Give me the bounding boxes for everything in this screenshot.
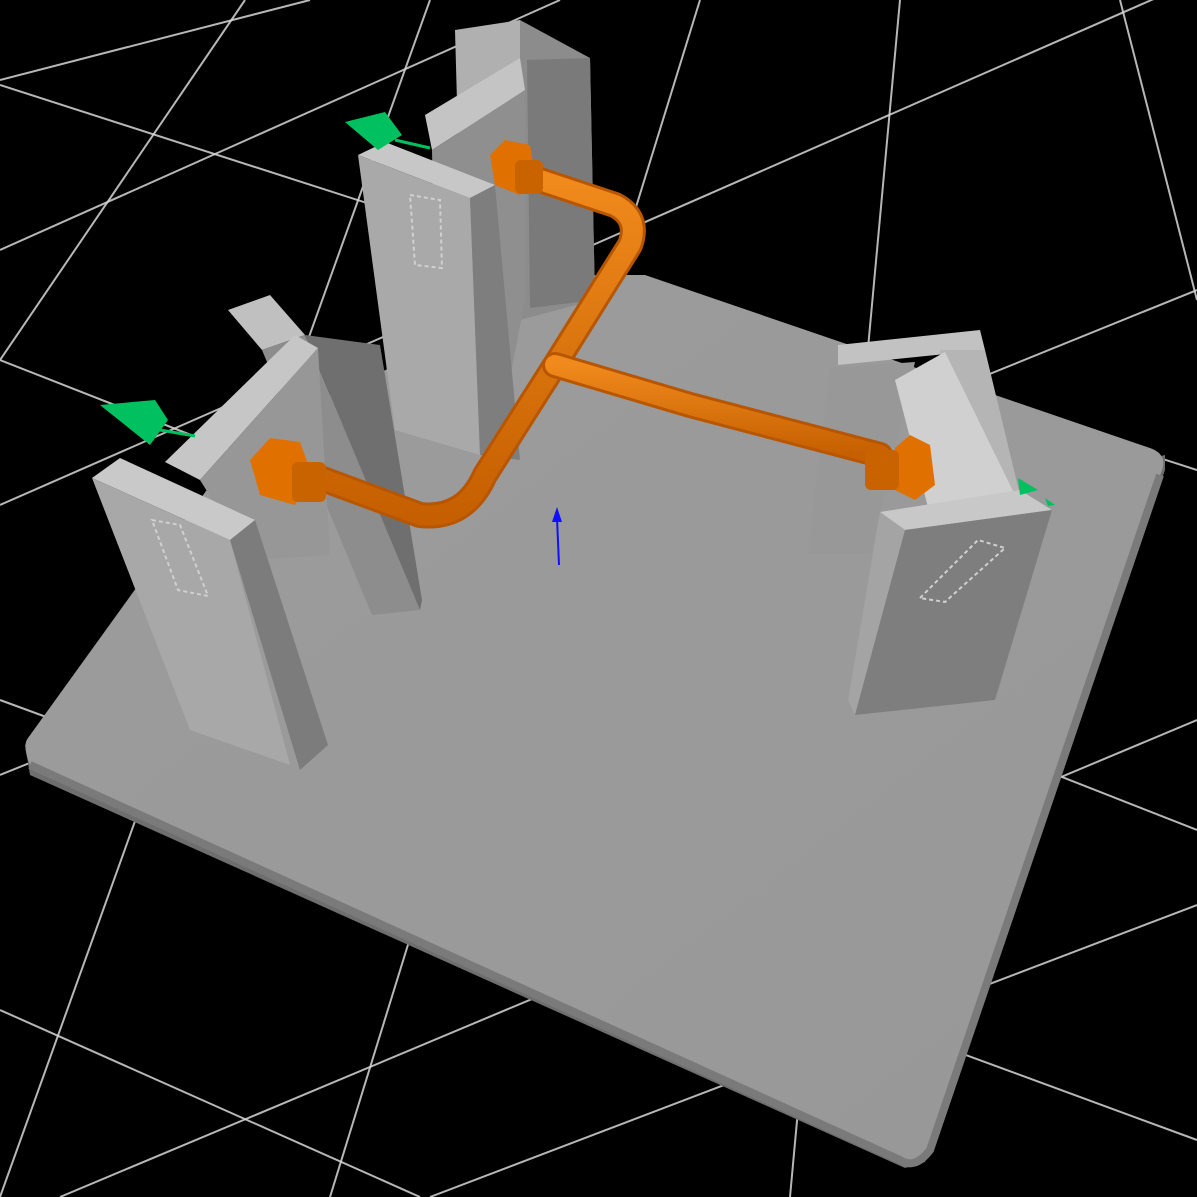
scene-canvas[interactable] [0, 0, 1197, 1197]
port-marker-left[interactable] [100, 400, 196, 445]
3d-viewport[interactable] [0, 0, 1197, 1197]
